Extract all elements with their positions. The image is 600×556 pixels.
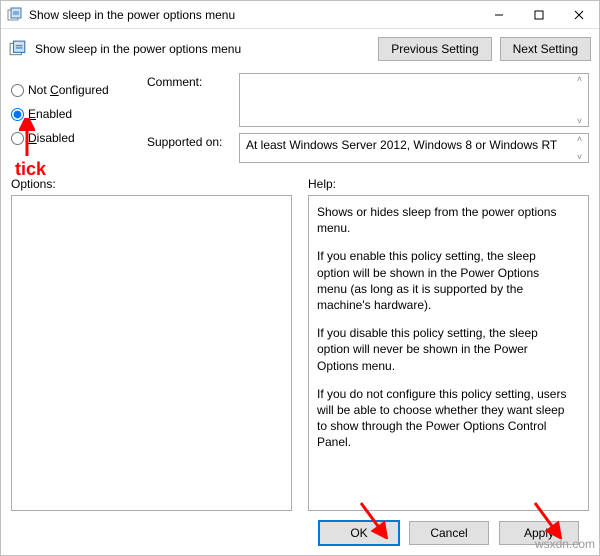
options-label: Options: [11,177,292,191]
radio-not-configured-input[interactable] [11,84,24,97]
ok-button[interactable]: OK [319,521,399,545]
radio-disabled[interactable]: Disabled [11,131,139,145]
help-panel: Shows or hides sleep from the power opti… [308,195,589,511]
options-panel [11,195,292,511]
radio-enabled-input[interactable] [11,108,24,121]
radio-enabled[interactable]: Enabled [11,107,139,121]
help-paragraph: If you do not configure this policy sett… [317,386,568,451]
help-paragraph: Shows or hides sleep from the power opti… [317,204,568,236]
minimize-button[interactable] [479,1,519,28]
supported-on-box: At least Windows Server 2012, Windows 8 … [239,133,589,163]
supported-on-text: At least Windows Server 2012, Windows 8 … [246,138,557,152]
comment-label: Comment: [147,73,233,127]
policy-icon [9,40,27,58]
radio-disabled-input[interactable] [11,132,24,145]
radio-disabled-label: Disabled [28,131,75,145]
radio-not-configured-label: Not Configured [28,83,109,97]
help-paragraph: If you enable this policy setting, the s… [317,248,568,313]
dialog-buttons: OK Cancel Apply [11,511,589,555]
supported-label: Supported on: [147,133,233,163]
scrollbar[interactable]: ˄˅ [571,134,588,162]
policy-header: Show sleep in the power options menu Pre… [1,29,599,69]
help-paragraph: If you disable this policy setting, the … [317,325,568,374]
close-button[interactable] [559,1,599,28]
radio-enabled-label: Enabled [28,107,72,121]
policy-icon [7,7,23,23]
policy-subtitle: Show sleep in the power options menu [35,42,241,56]
maximize-button[interactable] [519,1,559,28]
radio-not-configured[interactable]: Not Configured [11,83,139,97]
next-setting-button[interactable]: Next Setting [500,37,591,61]
apply-button[interactable]: Apply [499,521,579,545]
help-label: Help: [308,177,589,191]
comment-input[interactable]: ˄˅ [239,73,589,127]
window-title: Show sleep in the power options menu [29,8,479,22]
help-text[interactable]: Shows or hides sleep from the power opti… [309,196,588,510]
scrollbar[interactable]: ˄˅ [571,74,588,126]
titlebar: Show sleep in the power options menu [1,1,599,29]
previous-setting-button[interactable]: Previous Setting [378,37,491,61]
cancel-button[interactable]: Cancel [409,521,489,545]
